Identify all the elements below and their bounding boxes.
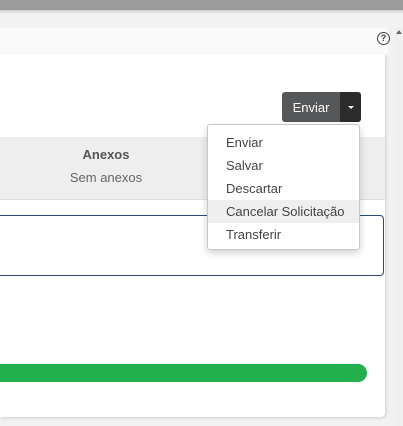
menu-item-transferir[interactable]: Transferir	[208, 223, 359, 246]
send-button[interactable]: Enviar	[282, 92, 340, 122]
send-split-button: Enviar	[282, 92, 361, 122]
top-bar-shadow	[0, 10, 403, 14]
header-strip	[0, 28, 388, 54]
attachments-title: Anexos	[82, 147, 130, 162]
question-circle-icon[interactable]: ?	[377, 32, 390, 45]
menu-item-descartar[interactable]: Descartar	[208, 177, 359, 200]
scroll-up-arrow-icon[interactable]	[396, 30, 402, 34]
scrollbar[interactable]	[394, 28, 403, 426]
send-dropdown-menu: Enviar Salvar Descartar Cancelar Solicit…	[207, 124, 360, 250]
menu-item-enviar[interactable]: Enviar	[208, 131, 359, 154]
send-dropdown-toggle[interactable]	[340, 92, 361, 122]
menu-item-cancelar-solicitacao[interactable]: Cancelar Solicitação	[208, 200, 359, 223]
caret-down-icon	[347, 105, 354, 109]
attachments-value: Sem anexos	[69, 170, 143, 185]
top-bar	[0, 0, 403, 10]
progress-bar	[0, 364, 367, 382]
menu-item-salvar[interactable]: Salvar	[208, 154, 359, 177]
